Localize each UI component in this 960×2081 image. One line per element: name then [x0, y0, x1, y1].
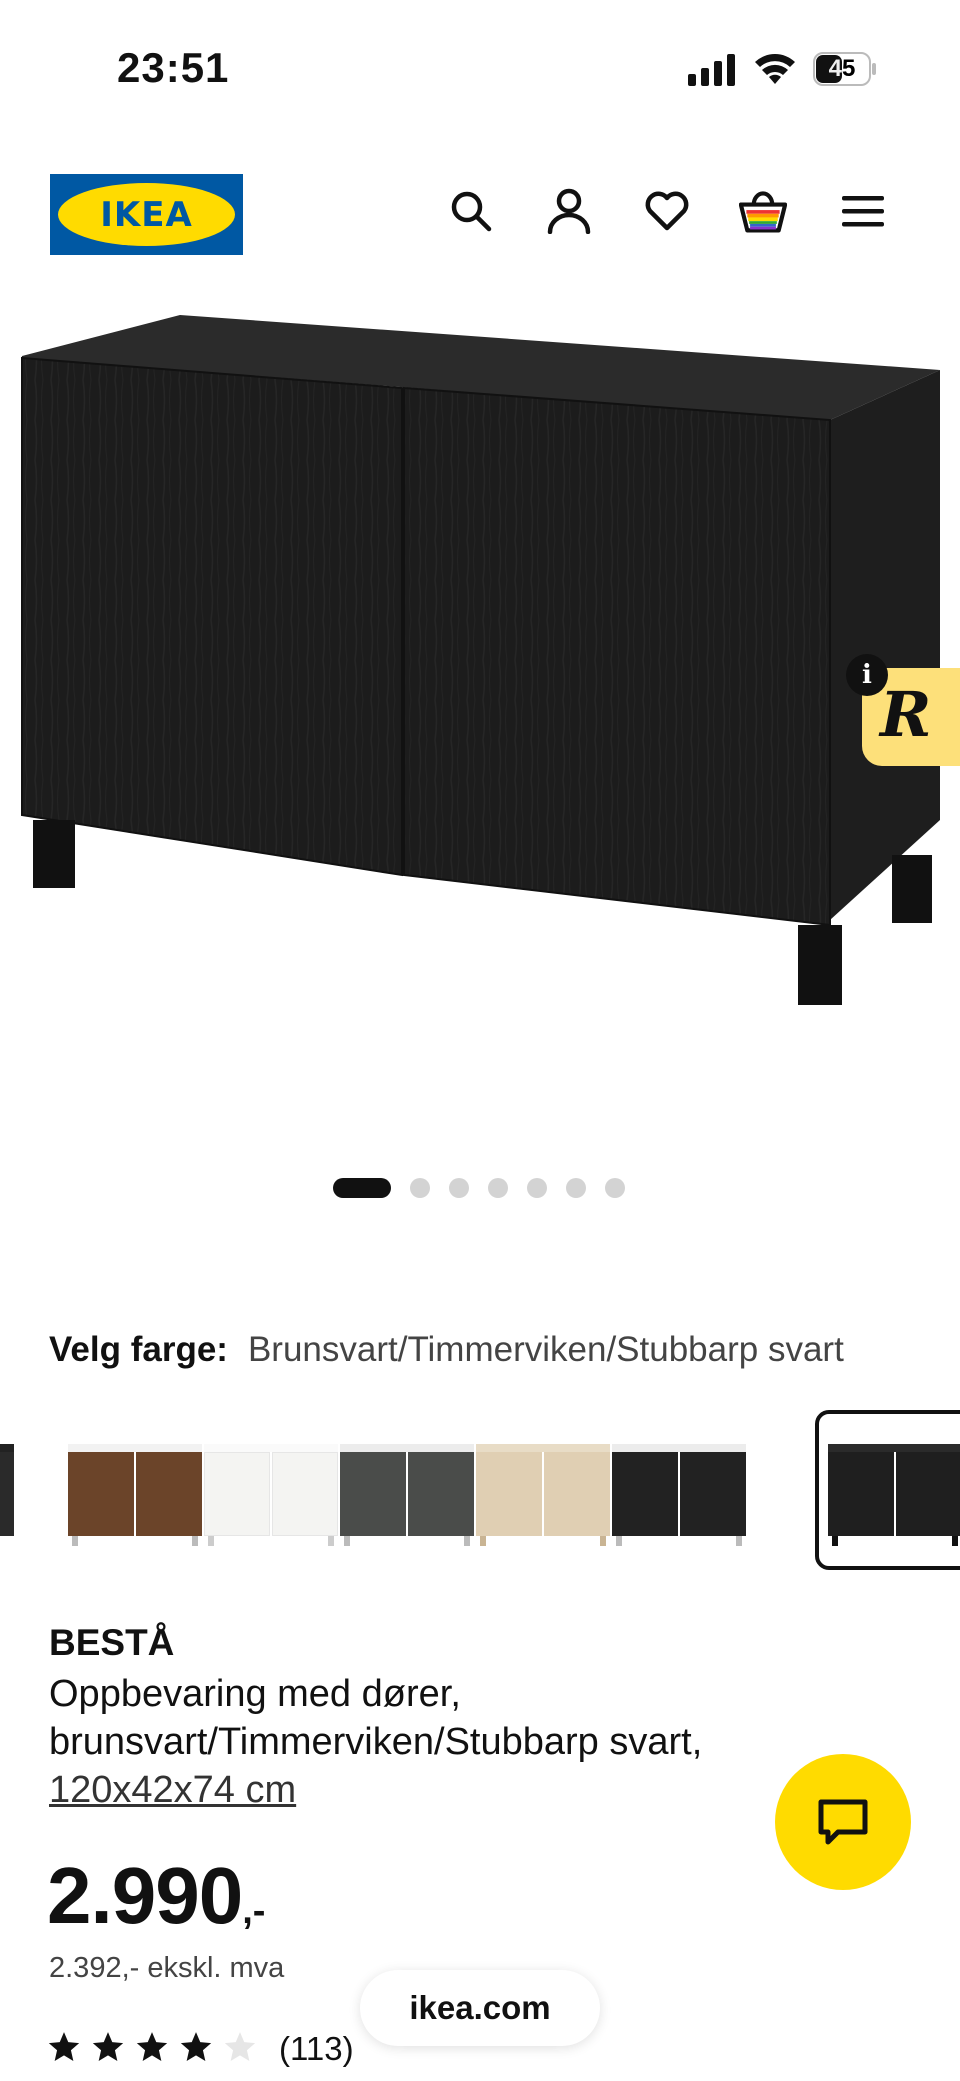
- color-value: Brunsvart/Timmerviken/Stubbarp svart: [247, 1330, 844, 1369]
- wifi-icon: [755, 54, 795, 84]
- product-image[interactable]: [0, 300, 960, 1020]
- pagination-dot[interactable]: [333, 1178, 391, 1198]
- status-time: 23:51: [117, 44, 230, 91]
- star-filled-icon: [136, 2032, 168, 2062]
- color-swatch[interactable]: [332, 1410, 482, 1570]
- cellular-signal-icon: [688, 54, 735, 86]
- color-select: Velg farge: Brunsvart/Timmerviken/Stubbar…: [49, 1330, 844, 1370]
- color-swatch[interactable]: [0, 1410, 22, 1570]
- chat-button[interactable]: [775, 1754, 911, 1890]
- color-swatch[interactable]: [60, 1410, 210, 1570]
- color-label: Velg farge:: [49, 1330, 228, 1369]
- menu-icon[interactable]: [839, 187, 887, 235]
- price-main: 2.990: [47, 1851, 243, 1940]
- product-size-link[interactable]: 120x42x74 cm: [49, 1769, 296, 1811]
- logo-text: IKEA: [100, 194, 193, 235]
- product-description: Oppbevaring med dører, brunsvart/Timmerv…: [49, 1670, 809, 1814]
- pagination-dot[interactable]: [488, 1178, 508, 1198]
- browser-address-pill[interactable]: ikea.com: [360, 1970, 600, 2046]
- product-name: BESTÅ: [49, 1622, 175, 1663]
- pagination-dot[interactable]: [449, 1178, 469, 1198]
- rating-count[interactable]: (113): [279, 2030, 354, 2068]
- product-price: 2.990,-: [47, 1850, 265, 1942]
- color-swatch-selected[interactable]: [815, 1410, 960, 1570]
- pagination-dot[interactable]: [566, 1178, 586, 1198]
- color-swatch[interactable]: [604, 1410, 754, 1570]
- star-filled-icon: [48, 2032, 80, 2062]
- heart-icon[interactable]: [643, 187, 691, 235]
- domain-text: ikea.com: [409, 1989, 551, 2026]
- battery-level: 45: [828, 55, 856, 82]
- pagination-dot[interactable]: [605, 1178, 625, 1198]
- star-empty-icon: [224, 2032, 256, 2062]
- star-filled-icon: [180, 2032, 212, 2062]
- ikea-logo[interactable]: IKEA: [50, 174, 243, 255]
- battery-icon: 45: [813, 52, 877, 86]
- info-icon[interactable]: i: [846, 654, 888, 696]
- extension-letter: R: [880, 678, 932, 751]
- star-filled-icon: [92, 2032, 124, 2062]
- price-suffix: ,-: [242, 1890, 266, 1932]
- pagination-dot[interactable]: [527, 1178, 547, 1198]
- color-swatch[interactable]: [468, 1410, 618, 1570]
- color-swatch[interactable]: [196, 1410, 346, 1570]
- pagination-dot[interactable]: [410, 1178, 430, 1198]
- rating-stars[interactable]: [47, 2030, 257, 2064]
- search-icon[interactable]: [447, 187, 495, 235]
- product-description-text: Oppbevaring med dører, brunsvart/Timmerv…: [49, 1673, 703, 1763]
- basket-icon[interactable]: [739, 187, 787, 235]
- chat-icon: [818, 1799, 868, 1845]
- price-ex-vat: 2.392,- ekskl. mva: [49, 1952, 285, 1984]
- image-pagination: [333, 1178, 625, 1198]
- account-icon[interactable]: [545, 187, 593, 235]
